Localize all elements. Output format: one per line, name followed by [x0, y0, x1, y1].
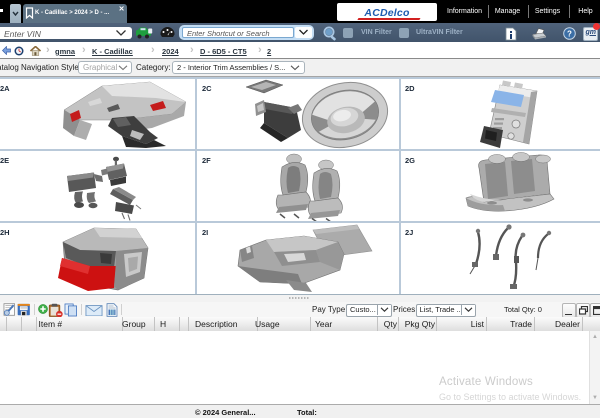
svg-text:?: ? — [567, 29, 572, 38]
